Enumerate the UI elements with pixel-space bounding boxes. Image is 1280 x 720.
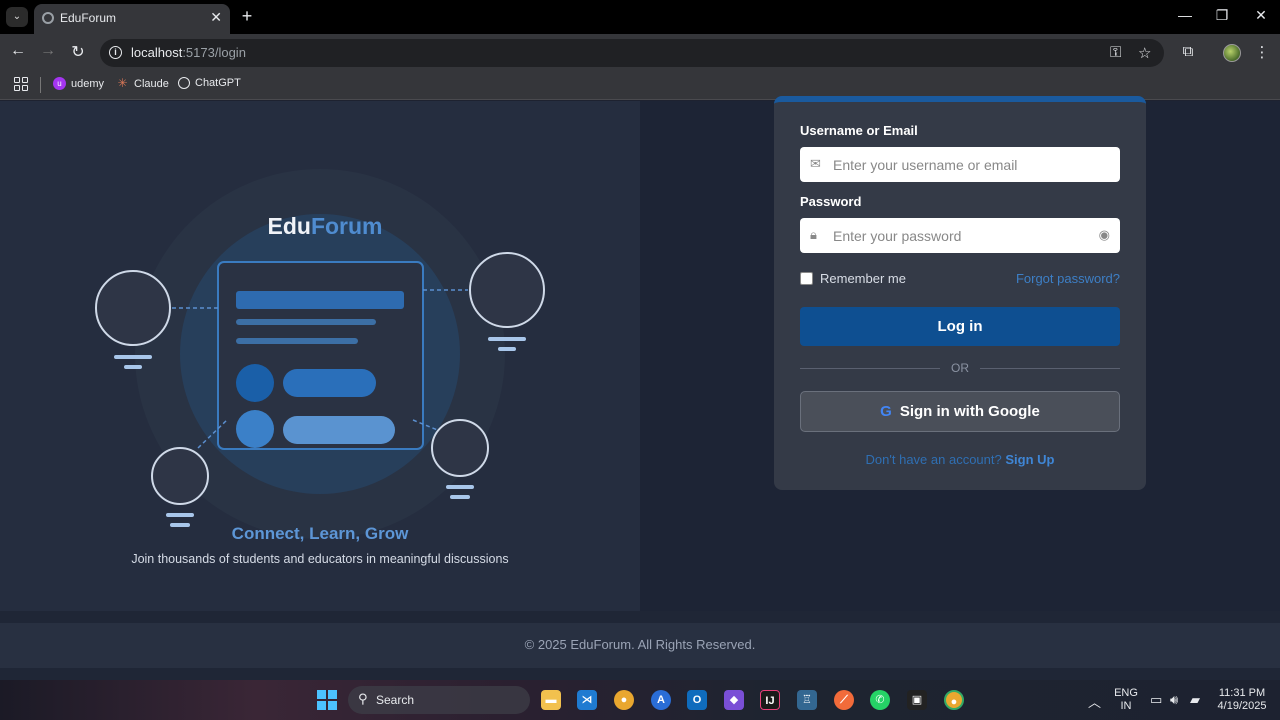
network-icon[interactable]: ▭	[1150, 692, 1162, 708]
volume-icon[interactable]: 🔊︎	[1170, 692, 1178, 708]
forgot-password-link[interactable]: Forgot password?	[1016, 271, 1120, 286]
envelope-icon: ✉	[810, 156, 821, 171]
remember-me-checkbox[interactable]	[800, 272, 813, 285]
search-icon: ⚲	[358, 691, 368, 706]
google-signin-button[interactable]: G Sign in with Google	[800, 391, 1120, 432]
username-input[interactable]	[833, 147, 1083, 182]
browser-toolbar: ← → ↻ i localhost:5173/login ⚿ ☆ ⧉ ⋮	[0, 34, 1280, 72]
url-text[interactable]: localhost:5173/login	[131, 45, 246, 60]
subline: Join thousands of students and educators…	[131, 552, 509, 566]
bookmark-chatgpt[interactable]: ChatGPT	[178, 77, 241, 89]
lock-icon: 🔒︎	[810, 227, 817, 242]
chrome-icon[interactable]: ●	[614, 690, 634, 710]
user-node-3	[151, 447, 209, 505]
more-menu-icon[interactable]: ⋮	[1251, 43, 1273, 61]
user-node-4-label-2	[450, 495, 470, 499]
bookmark-claude[interactable]: ✳ Claude	[116, 76, 168, 90]
post-title-bar	[236, 291, 404, 309]
site-info-icon[interactable]: i	[109, 46, 122, 59]
login-button[interactable]: Log in	[800, 307, 1120, 346]
reload-button[interactable]: ↻	[67, 42, 89, 62]
google-logo-icon: G	[880, 403, 892, 420]
minimize-button[interactable]: —	[1173, 7, 1197, 23]
intellij-icon[interactable]: IJ	[760, 690, 780, 710]
user-node-1	[95, 270, 171, 346]
forward-button[interactable]: →	[37, 42, 59, 60]
browser-tab-bar: ⌄ EduForum ✕ + — ❐ ✕	[0, 0, 1280, 34]
user-node-3-label-1	[166, 513, 194, 517]
maximize-button[interactable]: ❐	[1210, 7, 1234, 24]
bookmark-star-icon[interactable]: ☆	[1138, 44, 1151, 62]
user-node-2-label-2	[498, 347, 516, 351]
remember-me[interactable]: Remember me	[800, 271, 906, 286]
login-card: Username or Email ✉ Password 🔒︎ ◉ Rememb…	[774, 96, 1146, 490]
signup-prompt: Don't have an account? Sign Up	[865, 452, 1055, 467]
back-button[interactable]: ←	[7, 42, 29, 60]
battery-icon[interactable]: ▰	[1190, 692, 1200, 708]
claude-icon: ✳	[117, 76, 128, 90]
password-field[interactable]: 🔒︎ ◉	[800, 218, 1120, 253]
password-input[interactable]	[833, 218, 1083, 253]
tab-title: EduForum	[60, 11, 117, 25]
apps-grid-icon[interactable]	[14, 77, 28, 91]
post-line-1	[236, 319, 376, 325]
post-line-2	[236, 338, 358, 344]
close-tab-icon[interactable]: ✕	[210, 9, 222, 26]
profile-avatar[interactable]	[1223, 44, 1241, 62]
windows-taskbar: ⚲ Search ▬ ⋊ ● A O ◆ IJ ♖ ⟋ ✆ ▣ ● ︿ ENG …	[0, 680, 1280, 720]
reply-avatar-1	[236, 364, 274, 402]
postman-icon[interactable]: ⟋	[834, 690, 854, 710]
chrome-active-icon[interactable]: ●	[944, 690, 964, 710]
office-icon[interactable]: ◆	[724, 690, 744, 710]
new-tab-button[interactable]: +	[236, 6, 258, 27]
copyright-text: © 2025 EduForum. All Rights Reserved.	[524, 637, 756, 652]
reply-avatar-2	[236, 410, 274, 448]
reply-bubble-1	[283, 369, 376, 397]
udemy-icon: u	[53, 77, 66, 90]
whatsapp-icon[interactable]: ✆	[870, 690, 890, 710]
app-store-icon[interactable]: A	[651, 690, 671, 710]
vscode-icon[interactable]: ⋊	[577, 690, 597, 710]
google-signin-label: Sign in with Google	[899, 403, 1040, 420]
signup-link[interactable]: Sign Up	[1005, 452, 1054, 467]
clock[interactable]: 11:31 PM 4/19/2025	[1212, 687, 1272, 713]
extensions-icon[interactable]: ⧉	[1177, 43, 1199, 60]
postgres-icon[interactable]: ♖	[797, 690, 817, 710]
windows-start-icon[interactable]	[317, 690, 337, 710]
close-window-button[interactable]: ✕	[1249, 7, 1273, 24]
bookmark-separator	[40, 77, 41, 93]
address-bar[interactable]: i localhost:5173/login ⚿ ☆	[100, 39, 1164, 67]
illustration-panel: EduForum Connect, Learn, Grow Join thous…	[0, 101, 640, 611]
show-password-eye-icon[interactable]: ◉	[1099, 227, 1110, 243]
browser-tab[interactable]: EduForum ✕	[34, 4, 230, 34]
username-label: Username or Email	[800, 123, 918, 138]
language-indicator[interactable]: ENG IN	[1112, 687, 1140, 713]
user-node-1-label-1	[114, 355, 152, 359]
taskbar-search[interactable]: ⚲ Search	[348, 686, 530, 714]
divider-right	[980, 368, 1120, 369]
file-explorer-icon[interactable]: ▬	[541, 690, 561, 710]
password-key-icon[interactable]: ⚿	[1110, 44, 1121, 61]
user-node-4	[431, 419, 489, 477]
remember-me-label: Remember me	[820, 271, 906, 286]
globe-icon	[42, 12, 54, 24]
username-field[interactable]: ✉	[800, 147, 1120, 182]
password-label: Password	[800, 194, 862, 209]
tray-expand-icon[interactable]: ︿	[1088, 692, 1101, 711]
bookmark-udemy[interactable]: u udemy	[53, 77, 104, 90]
tab-search-chevron-icon[interactable]: ⌄	[6, 7, 28, 27]
app-icon[interactable]: ▣	[907, 690, 927, 710]
tagline: Connect, Learn, Grow	[231, 524, 409, 543]
reply-bubble-2	[283, 416, 395, 444]
user-node-2-label-1	[488, 337, 526, 341]
user-node-2	[469, 252, 545, 328]
page-footer: © 2025 EduForum. All Rights Reserved.	[0, 623, 1280, 668]
user-node-1-label-2	[124, 365, 142, 369]
user-node-4-label-1	[446, 485, 474, 489]
brand-logo-text: EduForum	[267, 213, 383, 239]
outlook-icon[interactable]: O	[687, 690, 707, 710]
chatgpt-icon	[178, 77, 190, 89]
